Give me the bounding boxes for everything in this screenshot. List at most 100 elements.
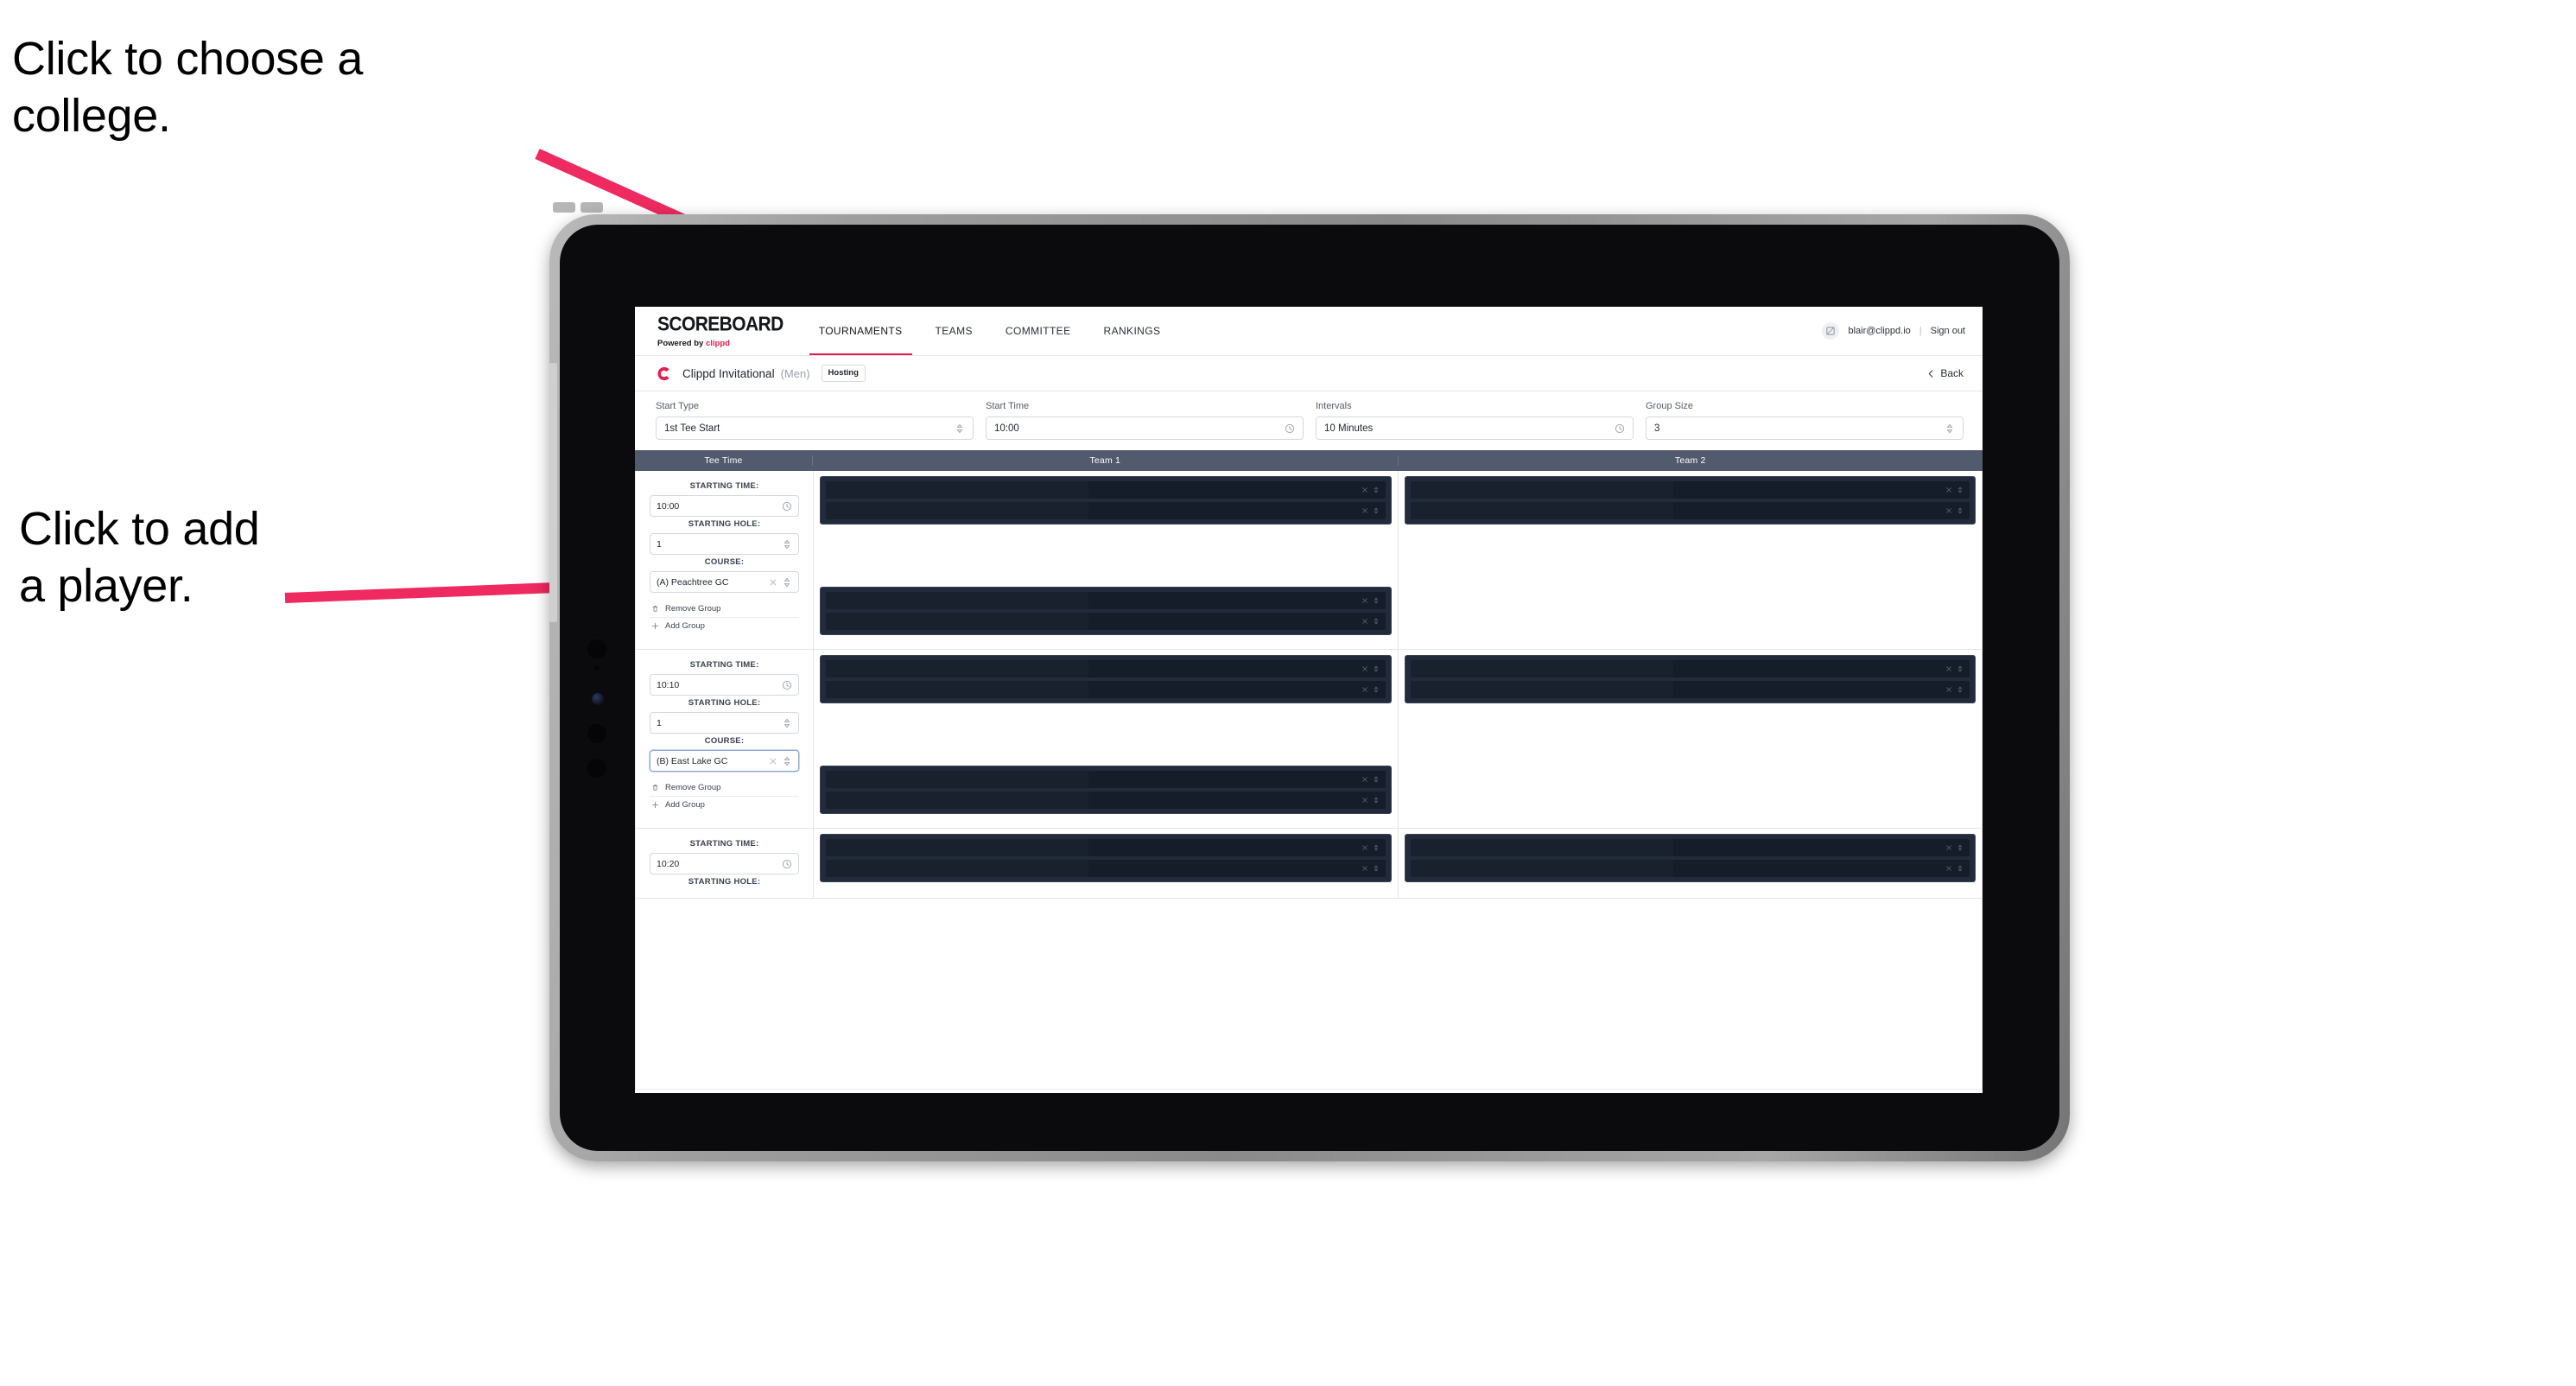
close-icon[interactable] xyxy=(1361,665,1368,672)
input-starting-hole[interactable]: 1 xyxy=(650,533,799,555)
player-slot[interactable] xyxy=(826,481,1386,499)
close-icon[interactable] xyxy=(1361,797,1368,804)
close-icon[interactable] xyxy=(1945,865,1952,872)
player-slot[interactable] xyxy=(826,502,1386,519)
player-slot[interactable] xyxy=(826,660,1386,677)
close-icon[interactable] xyxy=(1361,686,1368,693)
stepper-icon[interactable] xyxy=(782,577,792,588)
player-slot[interactable] xyxy=(1410,660,1970,677)
sign-out-link[interactable]: Sign out xyxy=(1931,326,1965,336)
trash-icon xyxy=(652,785,658,791)
close-icon[interactable] xyxy=(769,578,777,587)
player-slot[interactable] xyxy=(826,771,1386,788)
field-start-time: Start Time 10:00 xyxy=(986,401,1304,440)
clock-icon[interactable] xyxy=(782,501,792,512)
stepper-icon[interactable] xyxy=(1373,507,1380,514)
nav-item-teams[interactable]: TEAMS xyxy=(919,307,989,355)
brand-logo[interactable]: SCOREBOARD Powered by clippd xyxy=(635,307,803,355)
player-slot-controls xyxy=(1361,865,1386,872)
close-icon[interactable] xyxy=(1945,686,1952,693)
input-starting-time[interactable]: 10:10 xyxy=(650,674,799,696)
volume-up-button[interactable] xyxy=(553,202,575,213)
input-starting-time[interactable]: 10:20 xyxy=(650,853,799,874)
close-icon[interactable] xyxy=(1361,597,1368,604)
stepper-icon[interactable] xyxy=(1373,776,1380,783)
input-group-size[interactable]: 3 xyxy=(1646,416,1964,440)
close-icon[interactable] xyxy=(1361,507,1368,514)
close-icon[interactable] xyxy=(1945,486,1952,493)
remove-group-button[interactable]: Remove Group xyxy=(650,601,799,617)
column-header-tee-time: Tee Time xyxy=(635,455,813,466)
camera-icon xyxy=(587,639,606,658)
add-group-button[interactable]: Add Group xyxy=(650,617,799,634)
input-course[interactable]: (A) Peachtree GC xyxy=(650,571,799,593)
player-slot[interactable] xyxy=(826,860,1386,877)
nav-item-committee[interactable]: COMMITTEE xyxy=(989,307,1088,355)
input-start-time[interactable]: 10:00 xyxy=(986,416,1304,440)
player-slot[interactable] xyxy=(1410,481,1970,499)
player-slot[interactable] xyxy=(1410,681,1970,698)
stepper-icon[interactable] xyxy=(782,756,792,766)
close-icon[interactable] xyxy=(1361,865,1368,872)
close-icon[interactable] xyxy=(1361,844,1368,851)
stepper-icon[interactable] xyxy=(1373,665,1380,672)
tee-sheet-table-body[interactable]: STARTING TIME: 10:00 STARTING HOLE: 1 CO… xyxy=(635,471,1983,1089)
close-icon[interactable] xyxy=(1361,776,1368,783)
field-intervals: Intervals 10 Minutes xyxy=(1316,401,1634,440)
stepper-icon[interactable] xyxy=(1373,844,1380,851)
stepper-icon[interactable] xyxy=(1373,686,1380,693)
stepper-icon[interactable] xyxy=(1945,423,1955,434)
clock-icon[interactable] xyxy=(782,680,792,690)
stepper-icon[interactable] xyxy=(1957,486,1964,493)
input-course[interactable]: (B) East Lake GC xyxy=(650,750,799,772)
stepper-icon[interactable] xyxy=(1373,597,1380,604)
player-slot-controls xyxy=(1945,665,1970,672)
clock-icon[interactable] xyxy=(1615,423,1625,434)
close-icon[interactable] xyxy=(769,757,777,766)
stepper-icon[interactable] xyxy=(1373,797,1380,804)
input-start-type[interactable]: 1st Tee Start xyxy=(656,416,974,440)
stepper-icon[interactable] xyxy=(1373,865,1380,872)
stepper-icon[interactable] xyxy=(782,718,792,728)
avatar[interactable] xyxy=(1822,322,1840,340)
clock-icon[interactable] xyxy=(782,859,792,869)
player-slot[interactable] xyxy=(1410,839,1970,856)
player-slot[interactable] xyxy=(826,681,1386,698)
stepper-icon[interactable] xyxy=(1373,486,1380,493)
player-slot[interactable] xyxy=(1410,860,1970,877)
input-starting-time[interactable]: 10:00 xyxy=(650,495,799,517)
player-slot-controls xyxy=(1361,776,1386,783)
volume-down-button[interactable] xyxy=(581,202,603,213)
player-slot[interactable] xyxy=(826,839,1386,856)
player-slot[interactable] xyxy=(1410,502,1970,519)
clock-icon[interactable] xyxy=(1285,423,1295,434)
input-starting-hole[interactable]: 1 xyxy=(650,712,799,734)
player-slot-controls xyxy=(1361,618,1386,625)
player-slot[interactable] xyxy=(826,613,1386,630)
nav-item-tournaments[interactable]: TOURNAMENTS xyxy=(803,307,919,355)
stepper-icon[interactable] xyxy=(1957,665,1964,672)
redacted-player-name xyxy=(826,660,1089,677)
stepper-icon[interactable] xyxy=(1957,844,1964,851)
stepper-icon[interactable] xyxy=(782,539,792,550)
player-slot[interactable] xyxy=(826,592,1386,609)
stepper-icon[interactable] xyxy=(955,423,965,434)
player-slot[interactable] xyxy=(826,792,1386,809)
redacted-player-name xyxy=(1410,860,1673,877)
input-intervals[interactable]: 10 Minutes xyxy=(1316,416,1634,440)
add-group-button[interactable]: Add Group xyxy=(650,796,799,813)
stepper-icon[interactable] xyxy=(1957,507,1964,514)
close-icon[interactable] xyxy=(1945,844,1952,851)
close-icon[interactable] xyxy=(1945,665,1952,672)
close-icon[interactable] xyxy=(1945,507,1952,514)
close-icon[interactable] xyxy=(1361,618,1368,625)
team-2-cell xyxy=(1399,829,1983,898)
stepper-icon[interactable] xyxy=(1957,865,1964,872)
stepper-icon[interactable] xyxy=(1373,618,1380,625)
back-button[interactable]: Back xyxy=(1927,367,1964,379)
stepper-icon[interactable] xyxy=(1957,686,1964,693)
close-icon[interactable] xyxy=(1361,486,1368,493)
redacted-player-name xyxy=(826,481,1089,499)
nav-item-rankings[interactable]: RANKINGS xyxy=(1088,307,1177,355)
remove-group-button[interactable]: Remove Group xyxy=(650,779,799,796)
